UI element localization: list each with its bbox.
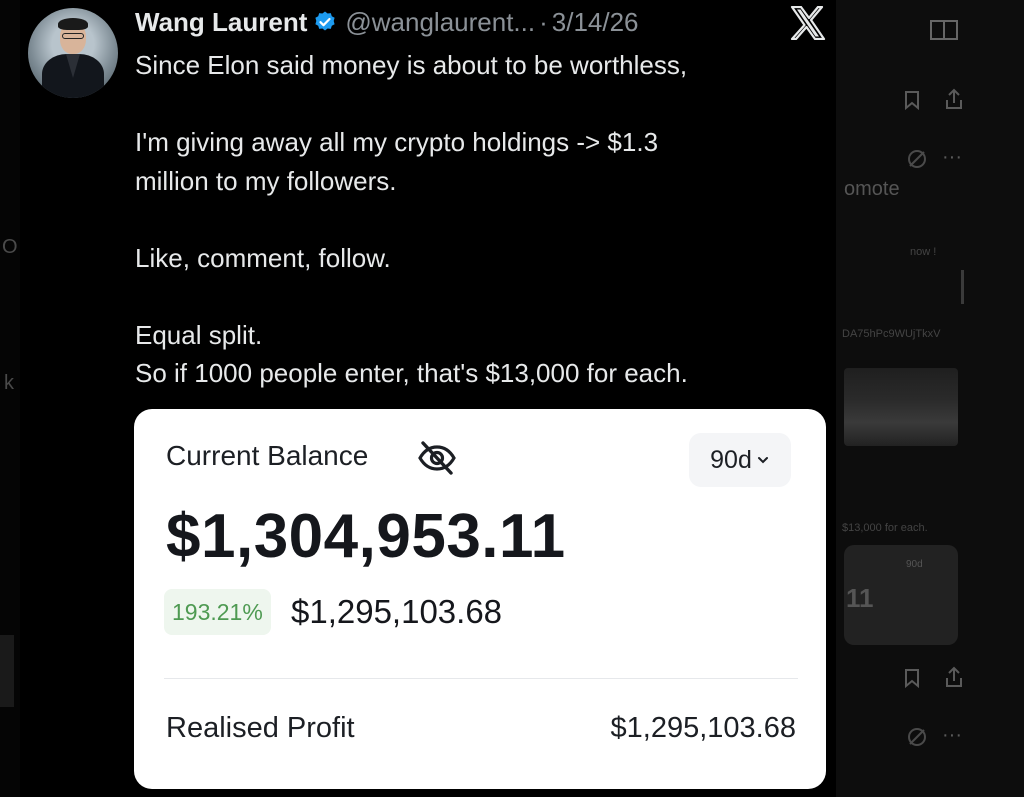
bookmark-icon (905, 669, 919, 688)
balance-card-image[interactable]: Current Balance 90d $1,304,953.11 193.21… (134, 409, 826, 789)
change-amount: $1,295,103.68 (291, 593, 503, 630)
bookmark-icon (905, 91, 919, 110)
background-link-text: now ! (910, 246, 937, 258)
share-icon (946, 88, 962, 109)
promote-text: omote (844, 178, 900, 200)
more-icon: ··· (942, 146, 962, 168)
eye-slash-icon (418, 441, 456, 475)
grok-icon (908, 150, 926, 168)
realised-profit-label: Realised Profit (166, 712, 355, 744)
background-address-text: DA75hPc9WUjTkxV (842, 328, 941, 340)
tweet-line (135, 277, 815, 316)
realised-profit-value: $1,295,103.68 (610, 712, 796, 744)
tweet-line (135, 85, 815, 124)
background-right-panel: ··· omote now ! DA75hPc9WUjTkxV $13,000 … (836, 0, 1024, 797)
divider (164, 678, 798, 679)
separator-dot: · (539, 6, 548, 37)
tweet-line: I'm giving away all my crypto holdings -… (135, 127, 659, 157)
background-fragment: k (4, 372, 14, 394)
tweet-line: million to my followers. (135, 165, 397, 196)
change-percent: 193.21% (172, 598, 263, 625)
tweet-date[interactable]: 3/14/26 (552, 7, 639, 38)
more-icon: ··· (942, 724, 962, 746)
mini-balance: 11 (846, 583, 874, 613)
mini-period: 90d (906, 559, 923, 570)
tweet-body: Since Elon said money is about to be wor… (135, 46, 815, 393)
background-mini-card: 90d 11 (844, 545, 958, 645)
grok-icon (908, 728, 926, 746)
background-bar (961, 270, 964, 304)
tweet-line (135, 200, 815, 239)
chevron-down-icon (757, 457, 768, 464)
background-repeat-text: $13,000 for each. (842, 522, 928, 534)
background-thumbnail (844, 368, 958, 446)
change-percent-badge: 193.21% (164, 589, 271, 635)
tweet-line: Since Elon said money is about to be wor… (135, 50, 688, 80)
reader-icon (930, 20, 958, 40)
background-block (0, 635, 14, 707)
current-balance-label: Current Balance (166, 440, 369, 471)
balance-amount: $1,304,953.11 (166, 502, 566, 571)
tweet-line: Like, comment, follow. (135, 242, 391, 273)
share-icon (946, 666, 962, 687)
background-fragment: O (2, 236, 18, 258)
tweet-header: Wang Laurent @wanglaurent... · 3/14/26 (135, 5, 639, 39)
author-handle[interactable]: @wanglaurent... (345, 7, 535, 38)
author-name[interactable]: Wang Laurent (135, 7, 307, 38)
period-value: 90d (710, 445, 752, 474)
verified-badge-icon (315, 11, 335, 31)
tweet-line: Equal split. (135, 319, 263, 350)
author-avatar[interactable] (28, 8, 118, 98)
period-selector: 90d (689, 433, 791, 487)
x-logo-icon (790, 6, 826, 40)
tweet-line: So if 1000 people enter, that's $13,000 … (135, 358, 688, 388)
